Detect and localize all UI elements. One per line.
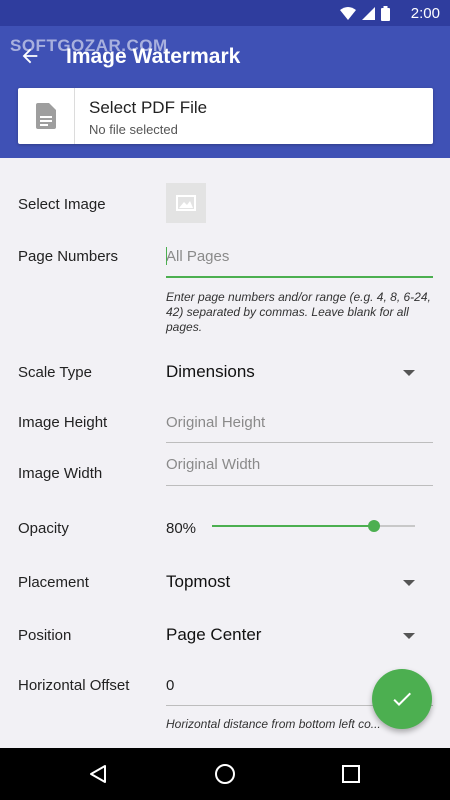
- nav-home-icon: [215, 764, 235, 784]
- slider-thumb[interactable]: [368, 520, 381, 532]
- nav-recents-button[interactable]: [339, 762, 363, 786]
- app-bar: SOFTGOZAR.COM Image Watermark Select PDF…: [0, 26, 450, 158]
- status-bar: 2:00: [0, 0, 450, 26]
- pdf-card-text: Select PDF File No file selected: [75, 88, 207, 144]
- placement-label: Placement: [18, 574, 89, 591]
- status-time: 2:00: [410, 5, 440, 22]
- system-nav-bar: [0, 748, 450, 800]
- page-numbers-underline: [166, 276, 433, 278]
- document-icon: [36, 103, 56, 129]
- image-width-underline: [166, 485, 433, 486]
- opacity-slider[interactable]: [212, 516, 415, 536]
- image-width-input[interactable]: [166, 448, 433, 480]
- nav-home-button[interactable]: [213, 762, 237, 786]
- select-pdf-button[interactable]: Select PDF File No file selected: [18, 88, 433, 144]
- opacity-label: Opacity: [18, 520, 69, 537]
- dropdown-arrow-icon: [403, 633, 415, 639]
- watermark-form: Select Image Page Numbers Enter page num…: [0, 158, 450, 748]
- page-numbers-label: Page Numbers: [18, 248, 119, 265]
- slider-fill: [212, 525, 375, 527]
- status-icons: [340, 6, 390, 21]
- arrow-back-icon: [22, 48, 38, 64]
- check-icon: [393, 692, 411, 706]
- page-title: Image Watermark: [66, 45, 241, 68]
- scale-type-label: Scale Type: [18, 364, 92, 381]
- nav-recents-icon: [342, 765, 360, 783]
- position-dropdown[interactable]: Page Center: [166, 619, 421, 651]
- image-height-input[interactable]: [166, 406, 433, 438]
- wifi-icon: [340, 7, 356, 20]
- pdf-card-icon-box: [18, 88, 75, 144]
- battery-icon: [381, 6, 390, 21]
- dropdown-arrow-icon: [403, 580, 415, 586]
- placement-value: Topmost: [166, 572, 231, 591]
- image-width-label: Image Width: [18, 465, 103, 482]
- dropdown-arrow-icon: [403, 370, 415, 376]
- confirm-fab[interactable]: [372, 669, 432, 729]
- text-cursor: [166, 247, 167, 265]
- position-value: Page Center: [166, 625, 262, 644]
- opacity-value: 80%: [166, 520, 197, 537]
- image-height-underline: [166, 442, 433, 443]
- back-button[interactable]: [14, 40, 46, 72]
- image-height-label: Image Height: [18, 414, 108, 431]
- signal-icon: [362, 7, 375, 20]
- page-numbers-helper: Enter page numbers and/or range (e.g. 4,…: [166, 290, 431, 334]
- pdf-card-title: Select PDF File: [89, 98, 208, 117]
- placement-dropdown[interactable]: Topmost: [166, 566, 421, 598]
- image-icon: [176, 195, 196, 211]
- nav-back-icon: [90, 765, 106, 783]
- position-label: Position: [18, 627, 72, 644]
- pdf-card-subtitle: No file selected: [89, 122, 178, 137]
- nav-back-button[interactable]: [86, 762, 110, 786]
- scale-type-dropdown[interactable]: Dimensions: [166, 356, 421, 388]
- scale-type-value: Dimensions: [166, 362, 255, 381]
- horizontal-offset-label: Horizontal Offset: [18, 677, 130, 694]
- page-numbers-input[interactable]: [166, 240, 433, 272]
- select-image-label: Select Image: [18, 196, 106, 213]
- select-image-button[interactable]: [166, 183, 206, 223]
